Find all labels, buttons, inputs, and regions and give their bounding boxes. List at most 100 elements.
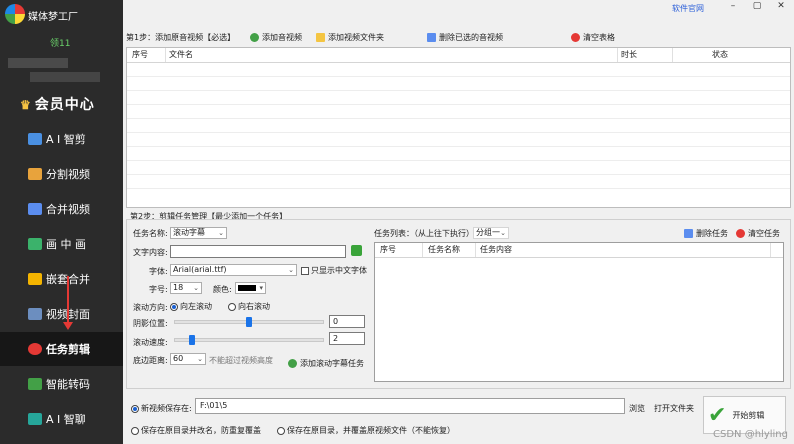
column-divider xyxy=(165,48,166,62)
sidebar-item-task-edit[interactable]: 任务剪辑 xyxy=(0,332,123,366)
task-name-select[interactable]: 滚动字幕 ⌄ xyxy=(170,227,227,239)
row-divider xyxy=(127,160,790,161)
vip-center-link[interactable]: ♛ 会员中心 xyxy=(20,94,95,114)
add-av-button[interactable]: 添加音视频 xyxy=(250,32,302,43)
app-logo-icon xyxy=(5,4,25,24)
add-folder-button[interactable]: 添加视频文件夹 xyxy=(316,32,384,43)
video-cover-icon xyxy=(28,308,42,320)
browse-button[interactable]: 浏览 xyxy=(629,403,645,414)
sidebar-item-picture-in-picture[interactable]: 画 中 画 xyxy=(0,227,123,261)
ai-chat-icon xyxy=(28,413,42,425)
sidebar-item-ai-edit[interactable]: A I 智剪 xyxy=(0,122,123,156)
color-label: 颜色: xyxy=(213,285,232,294)
row-divider xyxy=(127,76,790,77)
checkbox-label: 只显示中文字体 xyxy=(311,266,367,275)
chevron-down-icon: ⌄ xyxy=(500,229,506,237)
font-size-select[interactable]: 18 ⌄ xyxy=(170,282,202,294)
sidebar-item-split-video[interactable]: 分割视频 xyxy=(0,157,123,191)
sidebar-item-merge-video[interactable]: 合并视频 xyxy=(0,192,123,226)
column-header: 时长 xyxy=(621,50,637,59)
column-divider xyxy=(770,243,771,257)
shadow-value-input[interactable]: 0 xyxy=(329,315,365,328)
add-folder-label: 添加视频文件夹 xyxy=(328,33,384,42)
close-button[interactable]: ✕ xyxy=(772,1,790,15)
speed-slider-thumb[interactable] xyxy=(189,335,195,345)
text-content-input[interactable] xyxy=(170,245,346,258)
group-select[interactable]: 分组一 ⌄ xyxy=(473,227,509,239)
task-list-label: 任务列表：（从上往下执行） xyxy=(374,229,474,238)
blurred-info xyxy=(8,58,68,68)
bottom-distance-select[interactable]: 60 ⌄ xyxy=(170,353,206,365)
color-swatch xyxy=(238,285,256,291)
row-divider xyxy=(127,188,790,189)
add-scroll-task-button[interactable]: 添加滚动字幕任务 xyxy=(288,358,364,369)
sidebar-item-label: 分割视频 xyxy=(46,168,90,181)
ai-edit-icon xyxy=(28,133,42,145)
add-task-label: 添加滚动字幕任务 xyxy=(300,359,364,368)
radio-dot xyxy=(131,404,139,413)
text-content-label: 文字内容: xyxy=(133,248,168,257)
overwrite-option-radio[interactable]: 保存在原目录，并覆盖原视频文件（不能恢复） xyxy=(277,425,455,436)
sidebar-item-video-cover[interactable]: 视频封面 xyxy=(0,297,123,331)
row-divider xyxy=(127,104,790,105)
delete-task-button[interactable]: 删除任务 xyxy=(684,228,728,239)
column-header: 任务名称 xyxy=(428,245,460,254)
bottom-distance-value: 60 xyxy=(173,354,184,363)
add-av-label: 添加音视频 xyxy=(262,33,302,42)
website-link[interactable]: 软件官网 xyxy=(672,3,704,14)
save-location-radio[interactable]: 新视频保存在: xyxy=(131,403,192,414)
radio-dot xyxy=(170,302,178,311)
radio-dot xyxy=(131,426,139,435)
user-code: 领11 xyxy=(50,39,71,49)
chinese-fonts-only-checkbox[interactable]: 只显示中文字体 xyxy=(301,265,367,276)
row-divider xyxy=(127,146,790,147)
sidebar-item-nested-merge[interactable]: 嵌套合并 xyxy=(0,262,123,296)
maximize-button[interactable]: ▢ xyxy=(748,1,766,15)
font-select[interactable]: Arial(arial.ttf) ⌄ xyxy=(170,264,297,276)
bottom-distance-note: 不能超过视频高度 xyxy=(209,356,273,365)
radio-dot xyxy=(277,426,285,435)
smart-transcode-icon xyxy=(28,378,42,390)
direction-left-radio[interactable]: 向左滚动 xyxy=(170,301,212,312)
column-header: 序号 xyxy=(380,245,396,254)
column-header: 文件名 xyxy=(169,50,193,59)
header-divider xyxy=(127,62,790,63)
column-header: 序号 xyxy=(132,50,148,59)
chevron-down-icon: ⌄ xyxy=(193,284,199,292)
speed-value-input[interactable]: 2 xyxy=(329,332,365,345)
checkbox-box xyxy=(301,266,309,275)
picture-in-picture-icon xyxy=(28,238,42,250)
sidebar-item-ai-chat[interactable]: A I 智聊 xyxy=(0,402,123,436)
title-bar: 软件官网 – ▢ ✕ xyxy=(123,0,794,16)
sidebar-item-label: A I 智剪 xyxy=(46,133,86,146)
color-picker[interactable]: ▾ xyxy=(235,282,266,294)
clear-table-label: 清空表格 xyxy=(583,33,615,42)
column-header: 任务内容 xyxy=(480,245,512,254)
speed-label: 滚动速度: xyxy=(133,338,168,347)
speed-slider[interactable] xyxy=(174,338,324,342)
clear-icon xyxy=(736,229,745,238)
text-edit-icon[interactable] xyxy=(351,245,362,256)
direction-right-radio[interactable]: 向右滚动 xyxy=(228,301,270,312)
radio-dot xyxy=(228,302,236,311)
minimize-button[interactable]: – xyxy=(724,1,742,15)
font-size-value: 18 xyxy=(173,283,184,292)
rename-option-radio[interactable]: 保存在原目录并改名，防重复覆盖 xyxy=(131,425,261,436)
clear-tasks-button[interactable]: 清空任务 xyxy=(736,228,780,239)
task-edit-icon xyxy=(28,343,42,355)
size-label: 字号: xyxy=(149,285,168,294)
sidebar-item-smart-transcode[interactable]: 智能转码 xyxy=(0,367,123,401)
delete-list-icon xyxy=(684,229,693,238)
blurred-info xyxy=(30,72,100,82)
open-folder-button[interactable]: 打开文件夹 xyxy=(654,403,694,414)
file-table[interactable]: 序号 文件名 时长 状态 xyxy=(126,47,791,208)
clear-table-button[interactable]: 清空表格 xyxy=(571,32,615,43)
watermark: CSDN @hlyling xyxy=(713,429,788,440)
shadow-slider-thumb[interactable] xyxy=(246,317,252,327)
output-path-input[interactable]: F:\01\5 xyxy=(195,398,625,414)
delete-selected-button[interactable]: 删除已选的音视频 xyxy=(427,32,503,43)
task-table[interactable]: 序号 任务名称 任务内容 xyxy=(374,242,784,382)
radio-label: 向右滚动 xyxy=(238,302,270,311)
row-divider xyxy=(127,132,790,133)
row-divider xyxy=(127,90,790,91)
